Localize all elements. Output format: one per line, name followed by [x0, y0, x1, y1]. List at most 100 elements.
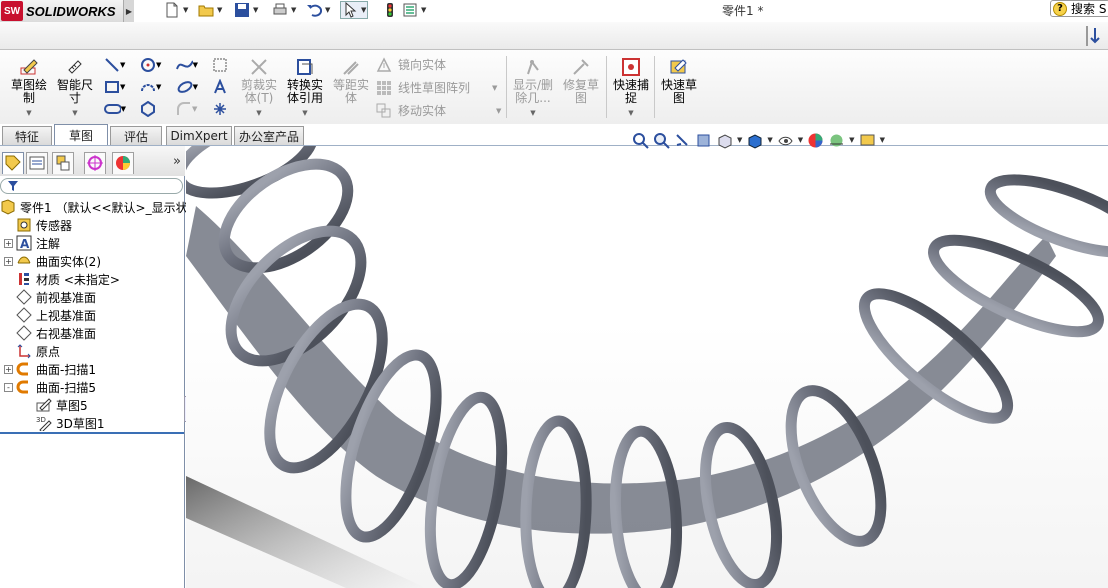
tree-item[interactable]: 原点: [4, 342, 60, 360]
chevron-down-icon[interactable]: ▼: [183, 6, 188, 14]
tree-root-part[interactable]: 零件1 （默认<<默认>_显示状态: [0, 198, 200, 216]
chevron-down-icon[interactable]: ▼: [767, 136, 772, 144]
chevron-down-icon[interactable]: ▼: [325, 6, 330, 14]
slot-tool[interactable]: ▼: [104, 100, 126, 118]
solidworks-logo[interactable]: SW SOLIDWORKS: [0, 0, 124, 22]
help-question-icon[interactable]: ?: [1053, 1, 1067, 16]
search-field[interactable]: ? 搜索 S: [1050, 0, 1108, 17]
chevron-down-icon[interactable]: ▼: [156, 61, 161, 69]
rectangle-tool[interactable]: ▼: [104, 78, 126, 96]
graphics-viewport[interactable]: [186, 146, 1108, 588]
expand-icon[interactable]: +: [4, 364, 13, 374]
tree-item[interactable]: 3D 3D草图1: [36, 414, 105, 432]
chevron-down-icon[interactable]: ▼: [291, 6, 296, 14]
undo-button[interactable]: ▼: [306, 1, 330, 19]
collapse-icon[interactable]: -: [4, 382, 13, 392]
tree-filter-field[interactable]: [0, 178, 183, 194]
toolbar-separator: [654, 56, 655, 118]
apply-scene-icon[interactable]: [828, 132, 845, 149]
property-manager-tab[interactable]: [26, 152, 48, 174]
chevron-down-icon[interactable]: ▼: [193, 83, 198, 91]
chevron-down-icon[interactable]: ▼: [361, 6, 366, 14]
plane-tool[interactable]: [212, 56, 234, 74]
tab-evaluate[interactable]: 评估: [110, 126, 162, 145]
convert-entities-button[interactable]: 转换实体引用 ▼: [282, 56, 328, 120]
tree-item[interactable]: 草图5: [36, 396, 88, 414]
options-button[interactable]: ▼: [402, 1, 426, 19]
sketch-label: 草图绘制: [10, 78, 47, 105]
ellipse-tool[interactable]: ▼: [176, 78, 198, 96]
tree-item[interactable]: + 曲面-扫描1: [4, 360, 96, 378]
tree-item[interactable]: + A 注解: [4, 234, 60, 252]
smart-dimension-button[interactable]: 智能尺寸 ▼: [52, 56, 98, 120]
menu-expand-arrow[interactable]: ▶: [124, 0, 134, 22]
chevron-down-icon[interactable]: ▼: [193, 61, 198, 69]
circle-tool[interactable]: ▼: [140, 56, 162, 74]
convert-entities-icon: [297, 59, 313, 75]
pin-arrow-icon[interactable]: [1086, 26, 1104, 46]
chevron-down-icon[interactable]: ▼: [121, 105, 126, 113]
fillet-tool: ▼: [176, 100, 198, 118]
print-button[interactable]: ▼: [272, 1, 296, 19]
feature-tree-tab[interactable]: [2, 152, 24, 174]
select-button[interactable]: ▼: [340, 1, 369, 19]
section-view-icon[interactable]: [695, 132, 712, 149]
chevron-down-icon[interactable]: ▼: [880, 136, 885, 144]
previous-view-icon[interactable]: [674, 132, 691, 149]
chevron-down-icon[interactable]: ▼: [52, 107, 98, 120]
dimxpert-tab[interactable]: [84, 152, 106, 174]
zoom-to-area-icon[interactable]: [653, 132, 670, 149]
display-delete-relations-button: 显示/删除几... ▼: [510, 56, 556, 120]
tree-item[interactable]: 上视基准面: [4, 306, 96, 324]
tab-dimxpert[interactable]: DimXpert: [166, 126, 232, 145]
document-title: 零件1 *: [722, 4, 764, 18]
chevron-down-icon[interactable]: ▼: [282, 107, 328, 120]
edit-appearance-icon[interactable]: [807, 132, 824, 149]
line-tool[interactable]: ▼: [104, 56, 126, 74]
view-orientation-icon[interactable]: [716, 132, 733, 149]
rapid-sketch-button[interactable]: 快速草图: [656, 56, 702, 105]
chevron-down-icon[interactable]: ▼: [608, 107, 654, 120]
hide-show-items-icon[interactable]: [777, 132, 794, 149]
tree-item[interactable]: + 曲面实体(2): [4, 252, 101, 270]
view-settings-icon[interactable]: [859, 132, 876, 149]
tab-office-products[interactable]: 办公室产品: [234, 126, 304, 145]
arc-tool[interactable]: ▼: [140, 78, 162, 96]
rebuild-button[interactable]: [382, 1, 398, 19]
zoom-to-fit-icon[interactable]: [632, 132, 649, 149]
chevron-down-icon[interactable]: ▼: [120, 83, 125, 91]
chevron-down-icon[interactable]: ▼: [849, 136, 854, 144]
chevron-down-icon[interactable]: ▼: [217, 6, 222, 14]
appearance-ball-icon: [116, 156, 130, 170]
tree-item[interactable]: 传感器: [4, 216, 72, 234]
display-style-icon[interactable]: [746, 132, 763, 149]
sketch-button[interactable]: 草图绘制 ▼: [6, 56, 52, 120]
text-tool[interactable]: [212, 78, 234, 96]
panel-more-chevron-icon[interactable]: »: [173, 154, 181, 169]
chevron-down-icon[interactable]: ▼: [737, 136, 742, 144]
tree-item[interactable]: 前视基准面: [4, 288, 96, 306]
chevron-down-icon[interactable]: ▼: [120, 61, 125, 69]
save-button[interactable]: ▼: [234, 1, 258, 19]
spline-tool[interactable]: ▼: [176, 56, 198, 74]
tab-sketch[interactable]: 草图: [54, 124, 108, 145]
chevron-down-icon[interactable]: ▼: [253, 6, 258, 14]
configuration-tab[interactable]: [52, 152, 74, 174]
chevron-down-icon[interactable]: ▼: [156, 83, 161, 91]
open-button[interactable]: ▼: [198, 1, 222, 19]
chevron-down-icon[interactable]: ▼: [798, 136, 803, 144]
quick-snaps-button[interactable]: 快速捕捉 ▼: [608, 56, 654, 120]
tree-item[interactable]: 材质 <未指定>: [4, 270, 120, 288]
new-button[interactable]: ▼: [164, 1, 188, 19]
polygon-tool[interactable]: [140, 100, 162, 118]
smart-dimension-icon: [68, 60, 82, 74]
chevron-down-icon[interactable]: ▼: [6, 107, 52, 120]
expand-icon[interactable]: +: [4, 256, 13, 266]
point-tool[interactable]: [212, 100, 234, 118]
expand-icon[interactable]: +: [4, 238, 13, 248]
display-manager-tab[interactable]: [112, 152, 134, 174]
tree-item[interactable]: - 曲面-扫描5: [4, 378, 96, 396]
tab-features[interactable]: 特征: [2, 126, 52, 145]
chevron-down-icon[interactable]: ▼: [421, 6, 426, 14]
tree-item[interactable]: 右视基准面: [4, 324, 96, 342]
